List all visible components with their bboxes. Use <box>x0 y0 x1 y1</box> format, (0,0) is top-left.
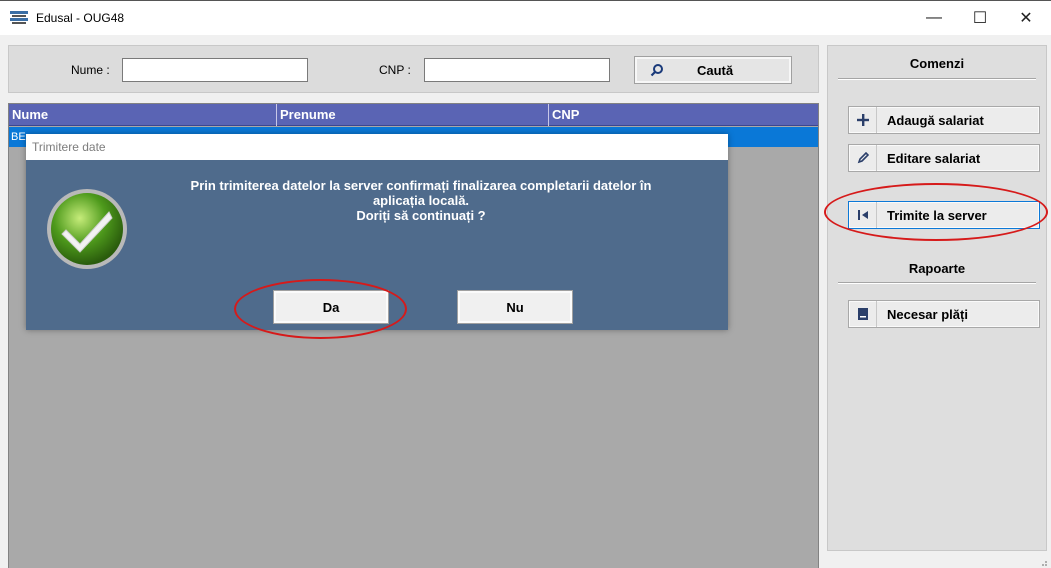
title-bar: Edusal - OUG48 — ☐ ✕ <box>0 1 1051 35</box>
grid-header: Nume Prenume CNP <box>9 104 818 126</box>
maximize-button[interactable]: ☐ <box>957 1 1003 35</box>
cnp-label: CNP : <box>379 63 411 77</box>
no-button[interactable]: Nu <box>457 290 573 324</box>
close-button[interactable]: ✕ <box>1003 1 1049 35</box>
payments-report-button[interactable]: Necesar plăți <box>848 300 1040 328</box>
resize-grip-icon[interactable] <box>1040 559 1048 567</box>
search-button-label: Caută <box>697 62 734 78</box>
dialog-message: Prin trimiterea datelor la server confir… <box>136 178 706 223</box>
edit-employee-label: Editare salariat <box>887 150 981 166</box>
search-panel: Nume : CNP : Caută <box>8 45 819 93</box>
search-icon <box>647 60 667 80</box>
minimize-button[interactable]: — <box>911 1 957 35</box>
window-title: Edusal - OUG48 <box>36 11 125 25</box>
commands-divider <box>838 78 1036 80</box>
add-employee-label: Adaugă salariat <box>887 112 984 128</box>
app-icon <box>10 11 28 24</box>
send-to-server-label: Trimite la server <box>887 207 987 223</box>
send-icon <box>849 202 877 228</box>
reports-title: Rapoarte <box>908 261 966 276</box>
dialog-message-line3: Doriți să continuați ? <box>356 208 486 223</box>
column-header-cnp[interactable]: CNP <box>549 104 818 126</box>
dialog-title: Trimitere date <box>32 140 106 154</box>
name-label: Nume : <box>71 63 110 77</box>
name-input[interactable] <box>122 58 308 82</box>
send-to-server-button[interactable]: Trimite la server <box>848 201 1040 229</box>
payments-report-label: Necesar plăți <box>887 306 968 322</box>
dialog-message-line1: Prin trimiterea datelor la server confir… <box>190 178 652 193</box>
commands-title: Comenzi <box>909 56 965 71</box>
command-panel: Comenzi Adaugă salariat Editare salariat… <box>827 45 1047 551</box>
cnp-input[interactable] <box>424 58 610 82</box>
report-icon <box>849 301 877 327</box>
reports-divider <box>838 282 1036 284</box>
main-window: Edusal - OUG48 — ☐ ✕ Nume : CNP : Caută … <box>0 0 1051 568</box>
checkmark-icon <box>47 189 127 269</box>
column-header-nume[interactable]: Nume <box>9 104 277 126</box>
confirm-dialog: Trimitere date Prin trimiterea datelor l… <box>26 134 728 330</box>
add-employee-button[interactable]: Adaugă salariat <box>848 106 1040 134</box>
edit-employee-button[interactable]: Editare salariat <box>848 144 1040 172</box>
dialog-message-line2: aplicația locală. <box>372 193 470 208</box>
plus-icon <box>849 107 877 133</box>
pencil-icon <box>849 145 877 171</box>
search-button[interactable]: Caută <box>634 56 792 84</box>
dialog-title-bar: Trimitere date <box>26 134 728 160</box>
yes-button[interactable]: Da <box>273 290 389 324</box>
row-cell-nume: BE <box>11 131 26 143</box>
column-header-prenume[interactable]: Prenume <box>277 104 549 126</box>
